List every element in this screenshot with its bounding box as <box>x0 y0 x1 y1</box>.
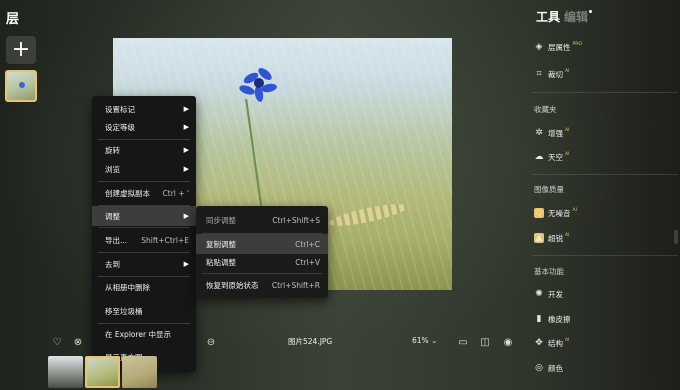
panel-scroll-handle[interactable] <box>674 230 678 244</box>
section-image-quality: 图像质量 <box>534 185 564 194</box>
layer-thumbnail[interactable] <box>5 70 37 102</box>
plus-icon: + <box>11 37 31 62</box>
layers-title: 层 <box>6 12 20 27</box>
menu-item-move-to-trash[interactable]: 移至垃圾桶 <box>92 301 196 321</box>
tool-crop[interactable]: ⌗ 裁切 AI <box>534 67 569 81</box>
submenu-arrow-icon: ▶ <box>183 146 189 154</box>
menu-item-adjust[interactable]: 调整 ▶ <box>92 206 196 226</box>
tool-develop[interactable]: ✺ 开发 <box>534 287 563 301</box>
submenu-arrow-icon: ▶ <box>183 260 189 268</box>
add-layer-button[interactable]: + <box>6 36 36 64</box>
split-view-icon[interactable]: ◫ <box>479 336 491 348</box>
notification-dot <box>589 10 593 13</box>
submenu-arrow-icon: ▶ <box>183 165 189 173</box>
filename-label: 图片524.JPG <box>288 337 333 346</box>
tool-denoise[interactable]: ◇ 无噪音 AI <box>534 206 577 220</box>
tab-tools[interactable]: 工具 <box>536 10 560 24</box>
submenu-item-copy-adjust[interactable]: 复制调整 Ctrl+C <box>196 234 328 254</box>
menu-item-set-rating[interactable]: 设定等级 ▶ <box>92 117 196 137</box>
filmstrip-thumbnail-selected[interactable] <box>85 356 120 388</box>
menu-item-show-in-explorer[interactable]: 在 Explorer 中显示 <box>92 324 196 344</box>
submenu-arrow-icon: ▶ <box>183 212 189 220</box>
filmstrip-thumbnail[interactable] <box>48 356 83 388</box>
menu-item-export[interactable]: 导出... Shift+Ctrl+E <box>92 230 196 250</box>
panel-tabs: 工具 编辑 <box>536 8 593 25</box>
minus-circle-icon[interactable]: ⊖ <box>205 336 217 348</box>
tool-supersharp[interactable]: ▲ 超锐 AI <box>534 231 569 245</box>
submenu-item-paste-adjust[interactable]: 粘贴调整 Ctrl+V <box>196 252 328 272</box>
menu-item-create-virtual-copy[interactable]: 创建虚拟副本 Ctrl + ' <box>92 183 196 203</box>
tab-edit[interactable]: 编辑 <box>564 10 588 24</box>
tool-sky[interactable]: ☁ 天空 AI <box>534 150 570 164</box>
zoom-selector[interactable]: 61% ⌄ <box>412 336 437 345</box>
crop-icon: ⌗ <box>536 69 542 79</box>
submenu-item-revert-original[interactable]: 恢复到原始状态 Ctrl+Shift+R <box>196 275 328 295</box>
tool-eraser[interactable]: ▮ 橡皮擦 <box>534 312 571 326</box>
chevron-down-icon: ⌄ <box>431 336 438 345</box>
cloud-icon: ☁ <box>534 152 544 162</box>
sun-icon: ✺ <box>535 289 543 299</box>
menu-item-rotate[interactable]: 旋转 ▶ <box>92 140 196 160</box>
color-icon: ◎ <box>535 363 543 373</box>
tool-structure[interactable]: ✥ 结构 AI <box>534 336 569 350</box>
tool-layer-properties[interactable]: ◈ 层属性 PRO <box>534 40 582 54</box>
section-favorites: 收藏夹 <box>534 105 557 114</box>
tool-color[interactable]: ◎ 颜色 <box>534 361 563 375</box>
sharpen-icon: ▲ <box>534 233 544 243</box>
layers-icon: ◈ <box>535 42 543 52</box>
adjust-submenu: 同步调整 Ctrl+Shift+S 复制调整 Ctrl+C 粘贴调整 Ctrl+V 恢… <box>196 206 328 298</box>
menu-item-remove-from-album[interactable]: 从相册中删除 <box>92 277 196 297</box>
submenu-item-sync-adjust[interactable]: 同步调整 Ctrl+Shift+S <box>196 210 328 230</box>
sparkle-icon: ✲ <box>535 128 543 138</box>
denoise-icon: ◇ <box>534 208 544 218</box>
tool-enhance[interactable]: ✲ 增强 AI <box>534 126 569 140</box>
section-basic: 基本功能 <box>534 267 564 276</box>
menu-item-go-to[interactable]: 去到 ▶ <box>92 254 196 274</box>
eye-icon[interactable]: ◉ <box>502 336 514 348</box>
submenu-arrow-icon: ▶ <box>183 105 189 113</box>
menu-item-browse[interactable]: 浏览 ▶ <box>92 159 196 179</box>
compare-icon[interactable]: ▭ <box>457 336 469 348</box>
filmstrip-thumbnail[interactable] <box>122 356 157 388</box>
menu-item-set-flag[interactable]: 设置标记 ▶ <box>92 99 196 119</box>
reject-icon[interactable]: ⊗ <box>72 336 84 348</box>
heart-icon[interactable]: ♡ <box>51 336 63 348</box>
structure-icon: ✥ <box>535 338 543 348</box>
context-menu: 设置标记 ▶ 设定等级 ▶ 旋转 ▶ 浏览 ▶ 创建虚拟副本 Ctrl + ' 调整 ▶ 导… <box>92 96 196 372</box>
submenu-arrow-icon: ▶ <box>183 123 189 131</box>
eraser-icon: ▮ <box>536 314 542 324</box>
